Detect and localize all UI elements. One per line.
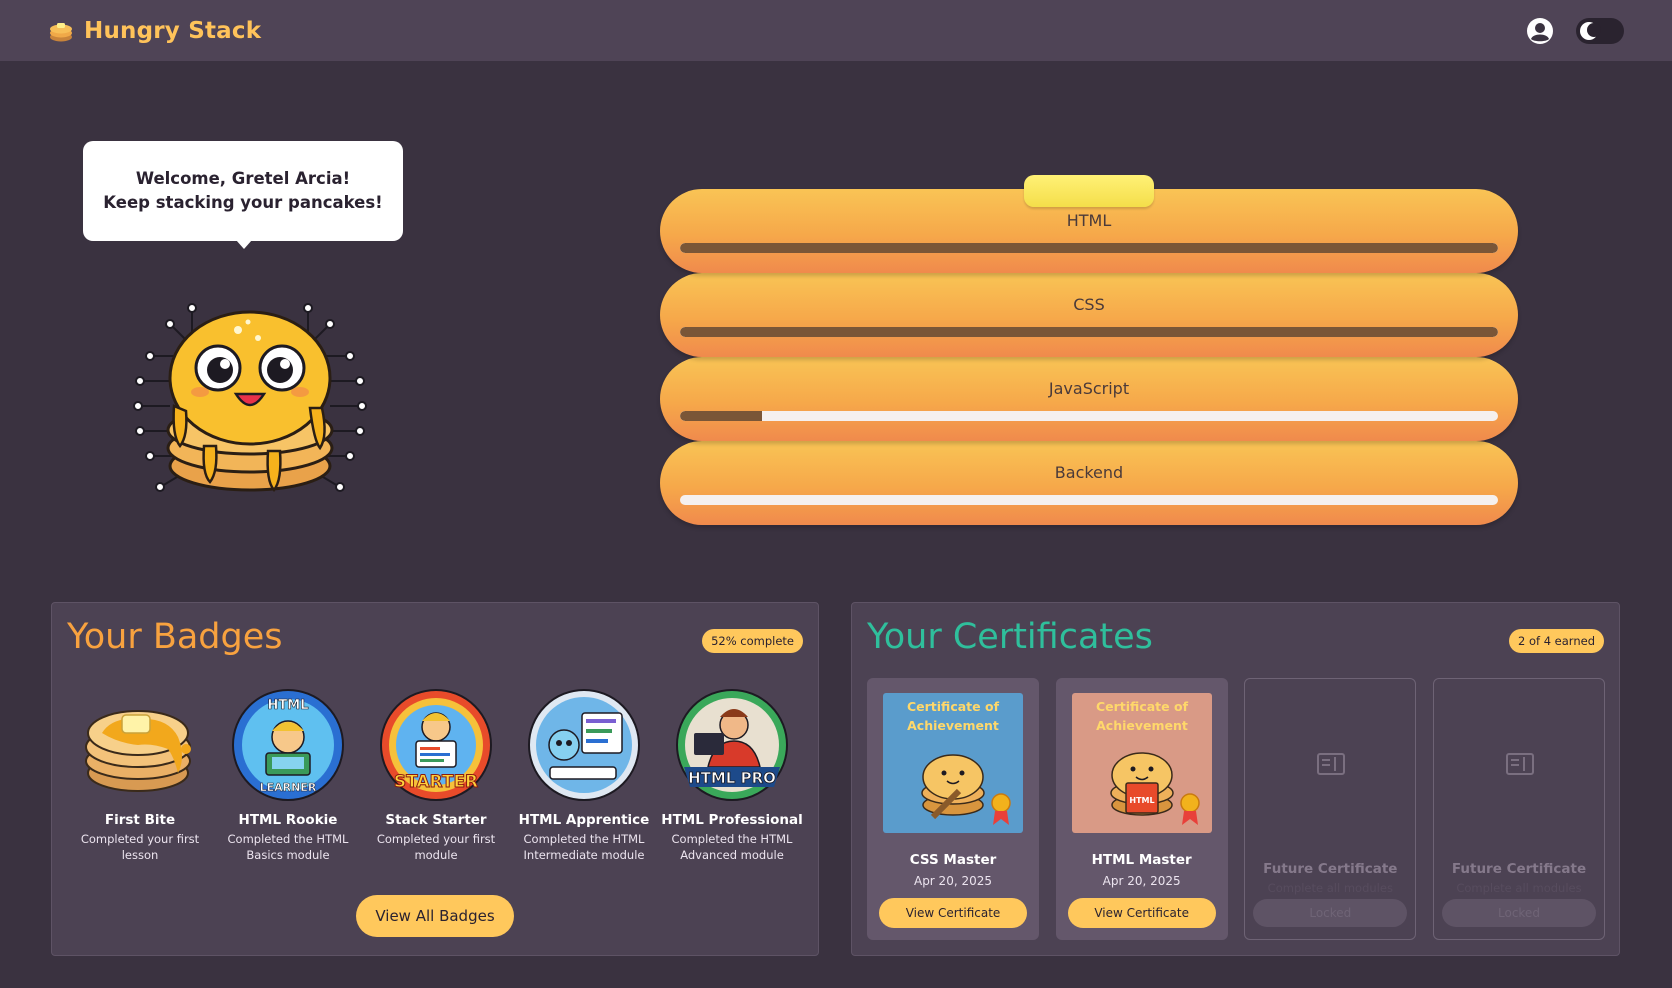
top-navbar: Hungry Stack <box>0 0 1672 61</box>
badge-name: HTML Apprentice <box>518 812 650 828</box>
module-label: HTML <box>1066 211 1112 230</box>
certificate-card-html-master: Certificate of Achievement HTML HTML Mas… <box>1055 678 1228 940</box>
locked-button: Locked <box>1253 899 1408 927</box>
module-progress-bar <box>680 411 1498 421</box>
badge-description: Completed the HTML Basics module <box>227 832 349 862</box>
module-pancake-backend[interactable]: Backend <box>660 441 1518 525</box>
butter-pat-icon <box>1024 175 1154 207</box>
certificates-panel: Your Certificates 2 of 4 earned Certific… <box>851 602 1620 956</box>
pancake-mascot-image <box>133 303 367 492</box>
badge-description: Completed your first lesson <box>80 832 200 862</box>
certificate-art-title: Certificate of <box>907 699 1000 714</box>
certificate-name: HTML Master <box>1091 852 1192 868</box>
html-certificate-art-icon: Certificate of Achievement HTML <box>1071 693 1212 833</box>
user-circle-icon[interactable] <box>1526 17 1554 45</box>
first-bite-badge-icon <box>85 710 191 792</box>
welcome-message: Keep stacking your pancakes! <box>103 193 383 212</box>
brand-name: Hungry Stack <box>84 17 262 44</box>
pancake-logo-icon <box>50 22 72 41</box>
html-pro-badge-icon: HTML PRO <box>676 689 788 801</box>
moon-toggle-icon <box>1580 21 1601 40</box>
certificate-thumbnail[interactable]: Certificate of Achievement HTML <box>1071 693 1212 833</box>
certificate-date: Apr 20, 2025 <box>913 874 992 888</box>
module-pancake-javascript[interactable]: JavaScript <box>660 357 1518 441</box>
badge-art-text: HTML PRO <box>688 769 776 787</box>
certificate-art-title: Achievement <box>907 718 999 733</box>
badge-stack-starter[interactable]: STARTER Stack Starter Completed your fir… <box>362 687 510 863</box>
certificate-hint: Complete all modules <box>1456 881 1582 895</box>
module-progress-bar <box>680 327 1498 337</box>
certificate-art-title: Achievement <box>1096 718 1188 733</box>
welcome-bubble: Welcome, Gretel Arcia! Keep stacking you… <box>83 141 403 249</box>
html-learner-badge-icon: HTML LEARNER <box>232 689 344 801</box>
certificates-title: Your Certificates <box>867 617 1153 657</box>
header-actions <box>1526 17 1624 45</box>
certificate-name: Future Certificate <box>1263 861 1398 877</box>
locked-button: Locked <box>1441 899 1596 927</box>
badge-description: Completed the HTML Intermediate module <box>523 832 645 862</box>
badge-art-text: LEARNER <box>260 781 317 794</box>
module-pancake-css[interactable]: CSS <box>660 273 1518 357</box>
view-all-badges-button[interactable]: View All Badges <box>356 895 514 937</box>
badges-title: Your Badges <box>67 617 283 657</box>
certificate-name: Future Certificate <box>1451 861 1587 877</box>
badge-html-rookie[interactable]: HTML LEARNER HTML Rookie Completed the H… <box>214 687 362 863</box>
certificates-count-pill: 2 of 4 earned <box>1509 629 1604 653</box>
certificate-card-locked: Future Certificate Complete all modules … <box>1244 678 1417 940</box>
badge-description: Completed the HTML Advanced module <box>671 832 793 862</box>
certificate-placeholder-icon <box>1505 753 1534 775</box>
certificate-date: Apr 20, 2025 <box>1102 874 1181 888</box>
view-certificate-button[interactable]: View Certificate <box>1067 898 1216 928</box>
badges-panel: Your Badges 52% complete First Bite Comp… <box>51 602 819 956</box>
certificate-card-css-master: Certificate of Achievement CSS Master Ap… <box>867 678 1039 940</box>
badge-description: Completed your first module <box>376 832 496 862</box>
badge-list: First Bite Completed your first lesson H… <box>66 687 806 863</box>
certificate-thumbnail[interactable]: Certificate of Achievement <box>883 693 1023 833</box>
view-certificate-button[interactable]: View Certificate <box>879 898 1027 928</box>
badge-art-text: STARTER <box>394 772 478 792</box>
module-progress-fill <box>680 243 1498 253</box>
badge-html-apprentice[interactable]: HTML Apprentice Completed the HTML Inter… <box>510 687 658 863</box>
badge-name: First Bite <box>104 812 176 828</box>
module-progress-bar <box>680 243 1498 253</box>
certificate-card-locked: Future Certificate Complete all modules … <box>1432 678 1605 940</box>
html-apprentice-badge-icon <box>528 689 640 801</box>
certificate-name: CSS Master <box>909 852 997 868</box>
badge-name: Stack Starter <box>385 812 487 828</box>
theme-toggle[interactable] <box>1576 17 1624 44</box>
badges-progress-pill: 52% complete <box>702 629 803 653</box>
module-progress-bar <box>680 495 1498 505</box>
stack-starter-badge-icon: STARTER <box>380 689 492 801</box>
brand-home-link[interactable]: Hungry Stack <box>48 18 261 44</box>
module-label: CSS <box>1073 295 1105 314</box>
certificate-hint: Complete all modules <box>1267 881 1393 895</box>
welcome-greeting: Welcome, Gretel Arcia! <box>135 169 351 188</box>
badge-art-text: HTML <box>268 698 309 713</box>
certificate-art-book: HTML <box>1129 796 1154 805</box>
certificate-placeholder-icon <box>1317 753 1346 775</box>
css-certificate-art-icon: Certificate of Achievement <box>883 693 1023 833</box>
certificate-art-title: Certificate of <box>1096 699 1189 714</box>
module-label: JavaScript <box>1048 379 1130 398</box>
badge-first-bite[interactable]: First Bite Completed your first lesson <box>66 687 214 863</box>
badge-name: HTML Professional <box>661 812 803 828</box>
badge-html-professional[interactable]: HTML PRO HTML Professional Completed the… <box>658 687 806 863</box>
badge-name: HTML Rookie <box>238 812 338 828</box>
module-label: Backend <box>1054 463 1124 482</box>
certificate-list: Certificate of Achievement CSS Master Ap… <box>867 678 1605 940</box>
module-progress-fill <box>680 411 762 421</box>
module-progress-fill <box>680 327 1498 337</box>
